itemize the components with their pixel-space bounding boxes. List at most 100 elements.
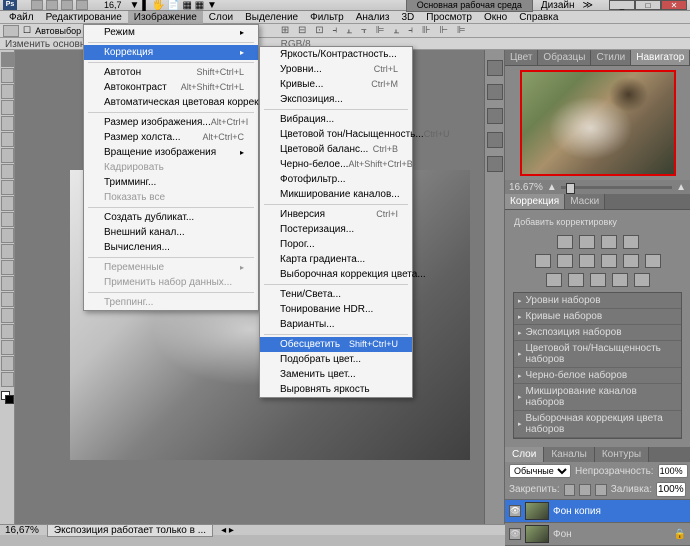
- dock-icon[interactable]: [487, 84, 503, 100]
- dodge-tool[interactable]: [1, 260, 14, 275]
- tb-icon[interactable]: [31, 0, 43, 10]
- titlebar-zoom[interactable]: 16,7: [104, 0, 122, 10]
- dock-icon[interactable]: [487, 60, 503, 76]
- adj-gradmap-icon[interactable]: [612, 273, 628, 287]
- mi-matchcolor[interactable]: Подобрать цвет...: [260, 352, 412, 367]
- tab-corrections[interactable]: Коррекция: [505, 194, 565, 209]
- preset-item[interactable]: ▸Черно-белое наборов: [514, 368, 681, 384]
- lock-all-icon[interactable]: [595, 484, 607, 496]
- mi-calculations[interactable]: Вычисления...: [84, 240, 258, 255]
- visibility-icon[interactable]: 👁: [509, 505, 521, 517]
- mi-exposure[interactable]: Экспозиция...: [260, 92, 412, 107]
- mi-autocontrast[interactable]: АвтоконтрастAlt+Shift+Ctrl+L: [84, 80, 258, 95]
- preset-item[interactable]: ▸Цветовой тон/Насыщенность наборов: [514, 341, 681, 368]
- menu-help[interactable]: Справка: [513, 11, 564, 24]
- dock-icon[interactable]: [487, 108, 503, 124]
- blur-tool[interactable]: [1, 244, 14, 259]
- lasso-tool[interactable]: [1, 84, 14, 99]
- lock-position-icon[interactable]: [579, 484, 591, 496]
- mi-replacecolor[interactable]: Заменить цвет...: [260, 367, 412, 382]
- eyedropper-tool[interactable]: [1, 132, 14, 147]
- 3d-tool[interactable]: [1, 340, 14, 355]
- mi-duplicate[interactable]: Создать дубликат...: [84, 210, 258, 225]
- adj-levels-icon[interactable]: [579, 235, 595, 249]
- adj-curves-icon[interactable]: [601, 235, 617, 249]
- color-swatches[interactable]: [1, 391, 14, 404]
- visibility-icon[interactable]: 👁: [509, 528, 521, 540]
- preset-item[interactable]: ▸Экспозиция наборов: [514, 325, 681, 341]
- status-zoom[interactable]: 16,67%: [5, 525, 39, 536]
- navigator-slider[interactable]: [561, 186, 672, 189]
- zoom-out-icon[interactable]: ▲: [547, 182, 557, 193]
- mi-selcolor[interactable]: Выборочная коррекция цвета...: [260, 267, 412, 282]
- path-tool[interactable]: [1, 308, 14, 323]
- menu-window[interactable]: Окно: [478, 11, 513, 24]
- mi-canvassize[interactable]: Размер холста...Alt+Ctrl+C: [84, 130, 258, 145]
- menu-filter[interactable]: Фильтр: [304, 11, 350, 24]
- tab-masks[interactable]: Маски: [565, 194, 605, 209]
- mi-bw[interactable]: Черно-белое...Alt+Shift+Ctrl+B: [260, 157, 412, 172]
- tab-color[interactable]: Цвет: [505, 50, 538, 65]
- menu-file[interactable]: Файл: [3, 11, 40, 24]
- mi-hdr[interactable]: Тонирование HDR...: [260, 302, 412, 317]
- history-brush-tool[interactable]: [1, 196, 14, 211]
- tb-icon[interactable]: [46, 0, 58, 10]
- adj-exposure-icon[interactable]: [623, 235, 639, 249]
- mi-brightness[interactable]: Яркость/Контрастность...: [260, 47, 412, 62]
- preset-item[interactable]: ▸Выборочная коррекция цвета наборов: [514, 411, 681, 438]
- mi-levels[interactable]: Уровни...Ctrl+L: [260, 62, 412, 77]
- adj-vibrance-icon[interactable]: [535, 254, 551, 268]
- tool-preset-icon[interactable]: [3, 25, 19, 37]
- tab-layers[interactable]: Слои: [505, 447, 544, 462]
- mi-curves[interactable]: Кривые...Ctrl+M: [260, 77, 412, 92]
- healing-tool[interactable]: [1, 148, 14, 163]
- mi-gradmap[interactable]: Карта градиента...: [260, 252, 412, 267]
- layer-name[interactable]: Фон: [553, 529, 572, 540]
- mi-rotate[interactable]: Вращение изображения▸: [84, 145, 258, 160]
- tb-icon[interactable]: [76, 0, 88, 10]
- preset-item[interactable]: ▸Уровни наборов: [514, 293, 681, 309]
- blend-mode-select[interactable]: Обычные: [509, 464, 571, 478]
- navigator-thumbnail[interactable]: [520, 70, 676, 176]
- tab-channels[interactable]: Каналы: [544, 447, 595, 462]
- adj-poster-icon[interactable]: [568, 273, 584, 287]
- adj-invert-icon[interactable]: [546, 273, 562, 287]
- tab-styles[interactable]: Стили: [591, 50, 631, 65]
- design-label[interactable]: Дизайн: [541, 0, 575, 11]
- menu-image[interactable]: Изображение: [128, 11, 203, 24]
- layer-thumb[interactable]: [525, 525, 549, 543]
- brush-tool[interactable]: [1, 164, 14, 179]
- zoom-tool[interactable]: [1, 372, 14, 387]
- type-tool[interactable]: [1, 292, 14, 307]
- mi-huesat[interactable]: Цветовой тон/Насыщенность...Ctrl+U: [260, 127, 412, 142]
- window-minimize[interactable]: _: [609, 0, 635, 10]
- window-maximize[interactable]: □: [635, 0, 661, 10]
- adj-chanmix-icon[interactable]: [645, 254, 661, 268]
- eraser-tool[interactable]: [1, 212, 14, 227]
- hand-tool[interactable]: [1, 356, 14, 371]
- adj-bw-icon[interactable]: [601, 254, 617, 268]
- shape-tool[interactable]: [1, 324, 14, 339]
- layer-row[interactable]: 👁 Фон копия: [505, 500, 690, 523]
- mi-photofilter[interactable]: Фотофильтр...: [260, 172, 412, 187]
- mi-variations[interactable]: Варианты...: [260, 317, 412, 332]
- crop-tool[interactable]: [1, 116, 14, 131]
- lock-pixels-icon[interactable]: [564, 484, 576, 496]
- layer-thumb[interactable]: [525, 502, 549, 520]
- preset-item[interactable]: ▸Кривые наборов: [514, 309, 681, 325]
- menu-select[interactable]: Выделение: [239, 11, 304, 24]
- dock-icon[interactable]: [487, 156, 503, 172]
- autoselect-label[interactable]: Автовыбор: [35, 26, 81, 36]
- mi-corrections[interactable]: Коррекция▸: [84, 45, 258, 60]
- stamp-tool[interactable]: [1, 180, 14, 195]
- fill-input[interactable]: [656, 482, 686, 497]
- preset-item[interactable]: ▸Микширование каналов наборов: [514, 384, 681, 411]
- adj-brightness-icon[interactable]: [557, 235, 573, 249]
- wand-tool[interactable]: [1, 100, 14, 115]
- layer-name[interactable]: Фон копия: [553, 506, 601, 517]
- mi-threshold[interactable]: Порог...: [260, 237, 412, 252]
- tab-swatches[interactable]: Образцы: [538, 50, 591, 65]
- adj-threshold-icon[interactable]: [590, 273, 606, 287]
- adj-colorbal-icon[interactable]: [579, 254, 595, 268]
- opacity-input[interactable]: [658, 464, 688, 478]
